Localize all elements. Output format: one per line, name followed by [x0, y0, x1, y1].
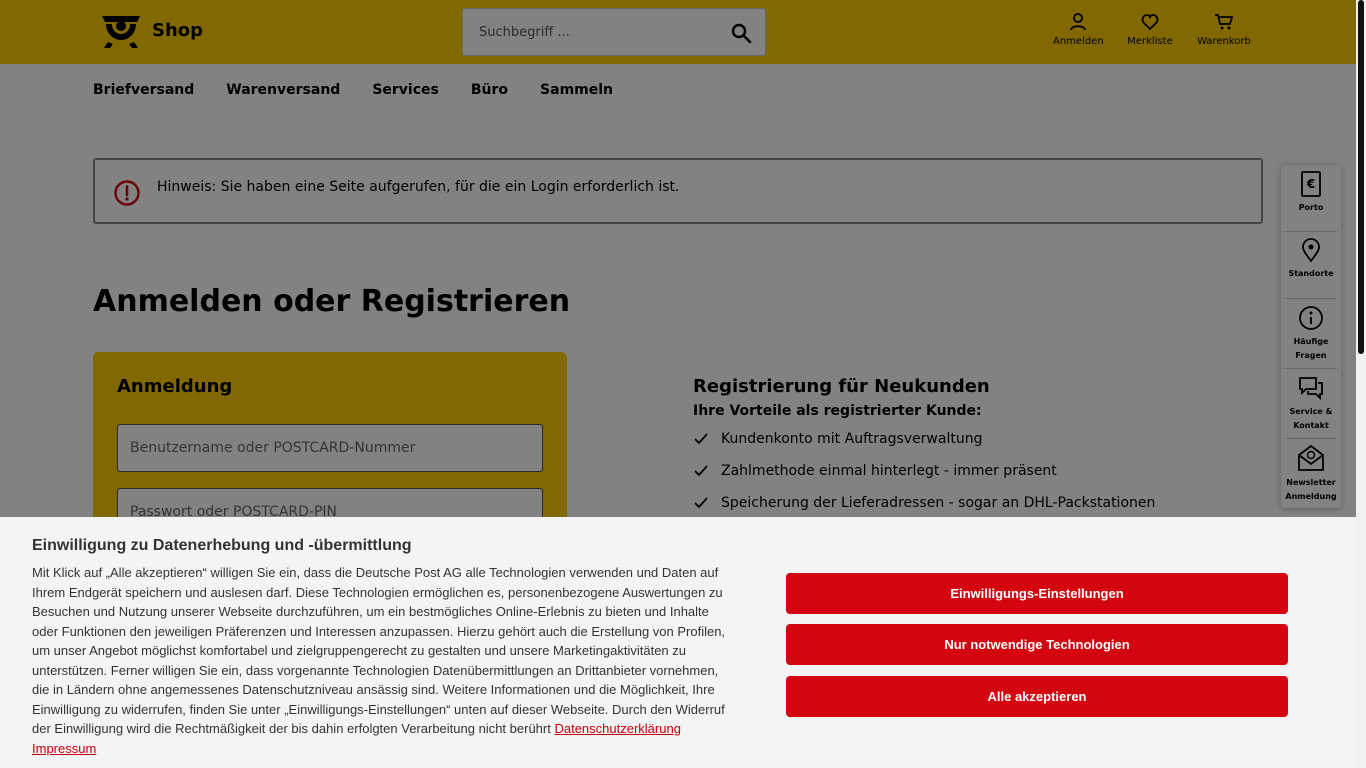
consent-text: Mit Klick auf „Alle akzeptieren“ willige…: [32, 565, 726, 736]
imprint-link[interactable]: Impressum: [32, 741, 96, 756]
consent-settings-button[interactable]: Einwilligungs-Einstellungen: [786, 573, 1288, 614]
necessary-only-button[interactable]: Nur notwendige Technologien: [786, 624, 1288, 665]
consent-banner: Einwilligung zu Datenerhebung und -überm…: [0, 517, 1356, 768]
privacy-policy-link[interactable]: Datenschutzerklärung: [554, 721, 680, 736]
scrollbar-thumb[interactable]: [1358, 0, 1364, 354]
consent-text-block: Mit Klick auf „Alle akzeptieren“ willige…: [32, 563, 732, 758]
scrollbar[interactable]: [1356, 0, 1366, 768]
accept-all-button[interactable]: Alle akzeptieren: [786, 676, 1288, 717]
consent-title: Einwilligung zu Datenerhebung und -überm…: [32, 537, 412, 554]
